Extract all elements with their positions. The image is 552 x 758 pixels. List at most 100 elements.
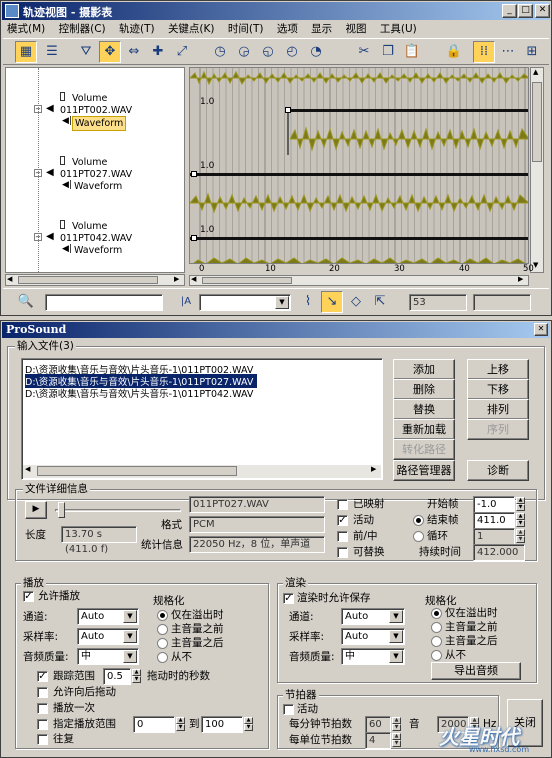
spinner-icon[interactable]: ▲ ▼ [392,733,401,748]
filter-icon[interactable]: ⛛ [75,41,97,63]
list-hscrollbar[interactable]: ◀ ▶ [23,465,381,478]
scroll-thumb[interactable] [37,466,237,476]
move-up-button[interactable]: 上移 [467,359,529,380]
scale-keys-icon[interactable]: ⤢ [171,41,193,63]
collapse-icon[interactable]: − [34,105,42,113]
zoom-region-icon[interactable]: ◇ [345,291,367,313]
menu-display[interactable]: 显示 [311,23,332,35]
scroll-right-icon[interactable]: ▶ [518,275,523,283]
menu-view[interactable]: 视图 [346,23,367,35]
r-norm-radio[interactable] [431,650,442,661]
scrub-field[interactable]: 0.5 ▲ ▼ [103,668,141,685]
time-scale-icon[interactable]: ◶ [233,41,255,63]
active-checkbox[interactable]: ✓ [337,515,348,526]
scroll-thumb[interactable] [18,276,158,284]
pb-channel-dropdown[interactable]: Auto ▼ [77,608,139,625]
scrub-checkbox[interactable]: ✓ [37,671,48,682]
edit-ranges-icon[interactable]: ☰ [41,41,63,63]
show-keys-icon[interactable]: ⋯ [497,41,519,63]
r-rate-dropdown[interactable]: Auto ▼ [341,628,405,645]
add-button[interactable]: 添加 [393,359,455,380]
front-middle-checkbox[interactable] [337,531,348,542]
edit-keys-icon[interactable]: ▦ [15,41,37,63]
menu-options[interactable]: 选项 [277,23,298,35]
scroll-thumb[interactable] [202,277,292,284]
move-down-button[interactable]: 下移 [467,379,529,400]
collapse-icon[interactable]: − [34,233,42,241]
curve-icon[interactable]: ⌇ [297,291,319,313]
spinner-icon[interactable]: ▲ ▼ [516,513,525,528]
dialog-close-button[interactable]: ✕ [534,323,548,336]
file-list-item[interactable]: D:\资源收集\音乐与音效\片头音乐-1\011PT042.WAV [25,386,253,400]
ping-pong-checkbox[interactable] [37,734,48,745]
end-frame-radio[interactable] [413,515,424,526]
sort-button[interactable]: 排列 [467,399,529,420]
time-select-icon[interactable]: ◷ [209,41,231,63]
copy-icon[interactable]: ❐ [377,41,399,63]
scroll-up-icon[interactable]: ▲ [533,68,538,76]
range-start-key[interactable] [191,171,197,177]
menu-mode[interactable]: 模式(M) [7,23,45,35]
pb-norm-radio[interactable] [157,652,168,663]
file-list[interactable]: D:\资源收集\音乐与音效\片头音乐-1\011PT002.WAV D:\资源收… [21,358,383,480]
spinner-icon[interactable]: ▲ ▼ [132,669,141,684]
play-once-checkbox[interactable] [37,703,48,714]
allow-playback-checkbox[interactable]: ✓ [23,591,34,602]
range-to-field[interactable]: 100 ▲ ▼ [201,716,253,733]
sequence-button[interactable]: 序列 [467,419,529,440]
tree-waveform-label[interactable]: Waveform [72,116,127,131]
cut-icon[interactable]: ✂ [353,41,375,63]
menu-keys[interactable]: 关键点(K) [168,23,215,35]
scroll-left-icon[interactable]: ◀ [25,465,30,473]
bpb-field[interactable]: 4 ▲ ▼ [365,732,401,749]
collapse-icon[interactable]: − [34,169,42,177]
scroll-thumb[interactable] [532,82,542,162]
play-range-checkbox[interactable] [37,719,48,730]
selection-dropdown[interactable]: ▼ [199,294,291,311]
r-channel-dropdown[interactable]: Auto ▼ [341,608,405,625]
time-delete-icon[interactable]: ◴ [281,41,303,63]
range-bar[interactable] [190,173,528,176]
scroll-right-icon[interactable]: ▶ [371,465,376,473]
r-norm-radio[interactable] [431,622,442,633]
lock-icon[interactable]: 🔒 [443,41,465,63]
move-keys-icon[interactable]: ✥ [99,41,121,63]
chevron-down-icon[interactable]: ▼ [123,610,137,623]
menu-tools[interactable]: 工具(U) [380,23,417,35]
frame-field[interactable]: 53 [409,294,467,311]
slider-thumb[interactable] [58,502,65,518]
range-start-key[interactable] [191,235,197,241]
convert-path-button[interactable]: 转化路径 [393,439,455,460]
path-manager-button[interactable]: 路径管理器 [393,460,455,481]
diagnose-button[interactable]: 诊断 [467,460,529,481]
scroll-right-icon[interactable]: ▶ [174,275,179,283]
add-keys-icon[interactable]: ✚ [147,41,169,63]
pb-quality-dropdown[interactable]: 中 ▼ [77,648,139,665]
track-name-field[interactable] [45,294,163,311]
slide-keys-icon[interactable]: ⇔ [123,41,145,63]
play-button[interactable]: ▶ [25,501,47,519]
pb-rate-dropdown[interactable]: Auto ▼ [77,628,139,645]
delete-button[interactable]: 删除 [393,379,455,400]
tree-waveform-label[interactable]: Waveform [74,180,122,193]
chevron-down-icon[interactable]: ▼ [123,630,137,643]
tree-hscrollbar[interactable]: ◀ ▶ [5,274,185,286]
pb-norm-radio[interactable] [157,638,168,649]
more-tools-icon[interactable]: ⊞ [521,41,543,63]
reload-button[interactable]: 重新加载 [393,419,455,440]
menu-track[interactable]: 轨迹(T) [119,23,155,35]
track-hscrollbar[interactable]: ◀ ▶ [189,275,529,286]
track-vscrollbar[interactable]: ▲ ▼ [530,67,544,273]
bpm-field[interactable]: 60 ▲ ▼ [365,716,401,733]
allow-backward-checkbox[interactable] [37,687,48,698]
r-quality-dropdown[interactable]: 中 ▼ [341,648,405,665]
time-reverse-icon[interactable]: ◔ [305,41,327,63]
start-frame-field[interactable]: -1.0 ▲ ▼ [473,496,525,513]
value-field[interactable] [473,294,531,311]
chevron-down-icon[interactable]: ▼ [389,630,403,643]
time-ruler[interactable]: 0 10 20 30 40 50 [189,263,534,274]
pb-norm-radio[interactable] [157,610,168,621]
zoom-time-icon[interactable]: ⇱ [369,291,391,313]
replace-button[interactable]: 替换 [393,399,455,420]
scroll-left-icon[interactable]: ◀ [7,275,12,283]
